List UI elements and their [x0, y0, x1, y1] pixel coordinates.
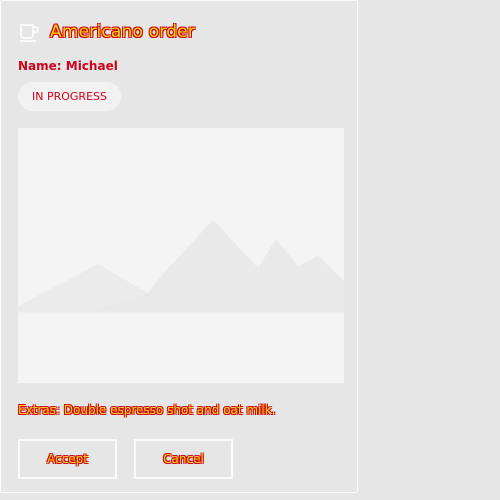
- image-placeholder: [18, 128, 344, 383]
- order-card: Americano order Name: Michael IN PROGRES…: [0, 0, 358, 493]
- accept-button[interactable]: Accept: [18, 439, 117, 479]
- order-title: Americano order: [50, 22, 196, 42]
- card-header: Americano order: [18, 21, 195, 43]
- status-badge: IN PROGRESS: [18, 82, 121, 111]
- order-description: Extras: Double espresso shot and oat mil…: [18, 403, 276, 417]
- customer-name: Name: Michael: [18, 59, 118, 73]
- coffee-cup-icon: [18, 21, 40, 43]
- cancel-button[interactable]: Cancel: [134, 439, 233, 479]
